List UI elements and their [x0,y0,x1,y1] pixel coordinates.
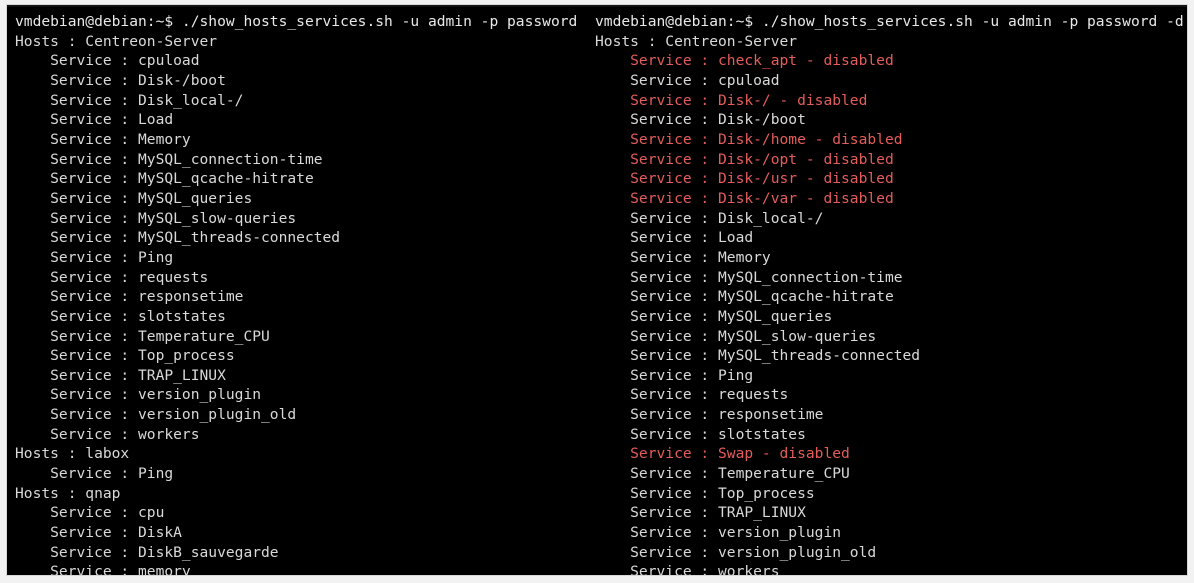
terminal-window[interactable]: vmdebian@debian:~$ ./show_hosts_services… [7,5,1187,575]
service-line-disabled: Service : Disk-/home - disabled [595,130,903,148]
service-line: Service : MySQL_threads-connected [15,229,341,247]
service-line: Service : Top_process [15,347,235,365]
service-line: Service : Memory [595,248,771,266]
service-line: Service : MySQL_connection-time [595,268,903,286]
terminal-pane-right[interactable]: vmdebian@debian:~$ ./show_hosts_services… [587,5,1187,575]
service-line: Service : slotstates [15,307,226,325]
service-line: Service : Memory [15,130,191,148]
command-prompt-line: vmdebian@debian:~$ ./show_hosts_services… [595,13,1184,30]
output-lines-left: Hosts : Centreon-Server Service : cpuloa… [7,32,587,575]
service-line: Service : version_plugin [595,524,842,542]
service-line: Service : requests [595,386,789,404]
host-line: Hosts : Centreon-Server [15,32,218,50]
service-line: Service : responsetime [595,406,824,424]
command-prompt-line: vmdebian@debian:~$ ./show_hosts_services… [15,13,578,30]
service-line-disabled: Service : check_apt - disabled [595,52,894,70]
service-line: Service : Disk-/boot [15,71,226,89]
service-line: Service : Disk-/boot [595,111,806,129]
service-line: Service : Ping [15,248,174,266]
service-line: Service : MySQL_queries [15,189,253,207]
service-line: Service : MySQL_slow-queries [15,209,297,227]
service-line: Service : Load [595,229,754,247]
service-line: Service : Top_process [595,484,815,502]
service-line: Service : slotstates [595,425,806,443]
service-line: Service : version_plugin_old [595,543,877,561]
service-line: Service : responsetime [15,288,244,306]
service-line: Service : requests [15,268,209,286]
service-line-disabled: Service : Disk-/usr - disabled [595,170,894,188]
service-line: Service : TRAP_LINUX [595,504,806,522]
screenshot-root: vmdebian@debian:~$ ./show_hosts_services… [0,0,1194,583]
service-line: Service : MySQL_queries [595,307,833,325]
service-line: Service : Temperature_CPU [595,465,850,483]
service-line: Service : MySQL_connection-time [15,150,323,168]
service-line: Service : MySQL_slow-queries [595,327,877,345]
service-line: Service : MySQL_threads-connected [595,347,921,365]
service-line: Service : Disk_local-/ [15,91,244,109]
service-line-disabled: Service : Disk-/var - disabled [595,189,894,207]
service-line: Service : Load [15,111,174,129]
service-line: Service : version_plugin [15,386,262,404]
service-line: Service : workers [595,563,780,575]
service-line: Service : workers [15,425,200,443]
service-line-disabled: Service : Disk-/opt - disabled [595,150,894,168]
service-line: Service : DiskA [15,524,182,542]
host-line: Hosts : labox [15,445,130,463]
service-line: Service : DiskB_sauvegarde [15,543,279,561]
service-line: Service : version_plugin_old [15,406,297,424]
output-lines-right: Hosts : Centreon-Server Service : check_… [587,32,1187,575]
service-line: Service : cpuload [595,71,780,89]
service-line: Service : Temperature_CPU [15,327,270,345]
service-line: Service : cpu [15,504,165,522]
host-line: Hosts : qnap [15,484,121,502]
service-line-disabled: Service : Disk-/ - disabled [595,91,868,109]
host-line: Hosts : Centreon-Server [595,32,798,50]
service-line: Service : MySQL_qcache-hitrate [15,170,314,188]
service-line: Service : Ping [15,465,174,483]
service-line: Service : Disk_local-/ [595,209,824,227]
service-line: Service : MySQL_qcache-hitrate [595,288,894,306]
service-line-disabled: Service : Swap - disabled [595,445,850,463]
service-line: Service : Ping [595,366,754,384]
service-line: Service : cpuload [15,52,200,70]
service-line: Service : TRAP_LINUX [15,366,226,384]
terminal-pane-left[interactable]: vmdebian@debian:~$ ./show_hosts_services… [7,5,587,575]
service-line: Service : memory [15,563,191,575]
